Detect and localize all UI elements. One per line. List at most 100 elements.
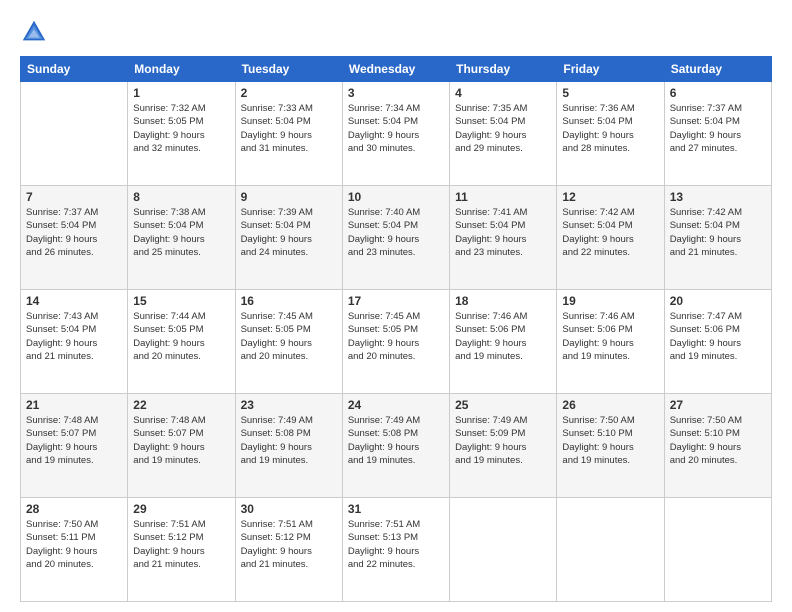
day-info: Sunrise: 7:39 AM Sunset: 5:04 PM Dayligh…: [241, 206, 337, 259]
day-info: Sunrise: 7:51 AM Sunset: 5:12 PM Dayligh…: [133, 518, 229, 571]
day-cell: 12 Sunrise: 7:42 AM Sunset: 5:04 PM Dayli…: [557, 186, 664, 290]
day-cell: 31 Sunrise: 7:51 AM Sunset: 5:13 PM Dayli…: [342, 498, 449, 602]
day-info: Sunrise: 7:43 AM Sunset: 5:04 PM Dayligh…: [26, 310, 122, 363]
day-number: 29: [133, 502, 229, 516]
day-number: 11: [455, 190, 551, 204]
logo-icon: [20, 18, 48, 46]
day-info: Sunrise: 7:47 AM Sunset: 5:06 PM Dayligh…: [670, 310, 766, 363]
day-info: Sunrise: 7:51 AM Sunset: 5:13 PM Dayligh…: [348, 518, 444, 571]
day-cell: 8Sunrise: 7:38 AM Sunset: 5:04 PM Daylig…: [128, 186, 235, 290]
day-cell: 23 Sunrise: 7:49 AM Sunset: 5:08 PM Dayli…: [235, 394, 342, 498]
day-cell: 27 Sunrise: 7:50 AM Sunset: 5:10 PM Dayli…: [664, 394, 771, 498]
day-number: 28: [26, 502, 122, 516]
day-info: Sunrise: 7:35 AM Sunset: 5:04 PM Dayligh…: [455, 102, 551, 155]
day-cell: 5 Sunrise: 7:36 AM Sunset: 5:04 PM Daylig…: [557, 82, 664, 186]
day-info: Sunrise: 7:42 AM Sunset: 5:04 PM Dayligh…: [562, 206, 658, 259]
day-info: Sunrise: 7:34 AM Sunset: 5:04 PM Dayligh…: [348, 102, 444, 155]
day-cell: 7 Sunrise: 7:37 AM Sunset: 5:04 PM Daylig…: [21, 186, 128, 290]
day-cell: 9Sunrise: 7:39 AM Sunset: 5:04 PM Daylig…: [235, 186, 342, 290]
day-number: 3: [348, 86, 444, 100]
day-info: Sunrise: 7:45 AM Sunset: 5:05 PM Dayligh…: [241, 310, 337, 363]
day-cell: 30Sunrise: 7:51 AM Sunset: 5:12 PM Dayli…: [235, 498, 342, 602]
day-number: 19: [562, 294, 658, 308]
day-number: 4: [455, 86, 551, 100]
day-info: Sunrise: 7:41 AM Sunset: 5:04 PM Dayligh…: [455, 206, 551, 259]
day-info: Sunrise: 7:50 AM Sunset: 5:10 PM Dayligh…: [670, 414, 766, 467]
day-cell: 11 Sunrise: 7:41 AM Sunset: 5:04 PM Dayli…: [450, 186, 557, 290]
day-info: Sunrise: 7:36 AM Sunset: 5:04 PM Dayligh…: [562, 102, 658, 155]
day-number: 14: [26, 294, 122, 308]
day-cell: 28Sunrise: 7:50 AM Sunset: 5:11 PM Dayli…: [21, 498, 128, 602]
day-cell: 22 Sunrise: 7:48 AM Sunset: 5:07 PM Dayli…: [128, 394, 235, 498]
day-number: 26: [562, 398, 658, 412]
day-cell: 16 Sunrise: 7:45 AM Sunset: 5:05 PM Dayli…: [235, 290, 342, 394]
day-info: Sunrise: 7:38 AM Sunset: 5:04 PM Dayligh…: [133, 206, 229, 259]
week-row-2: 14 Sunrise: 7:43 AM Sunset: 5:04 PM Dayli…: [21, 290, 772, 394]
col-header-sunday: Sunday: [21, 57, 128, 82]
day-number: 7: [26, 190, 122, 204]
day-cell: 13 Sunrise: 7:42 AM Sunset: 5:04 PM Dayli…: [664, 186, 771, 290]
day-number: 20: [670, 294, 766, 308]
day-cell: 6 Sunrise: 7:37 AM Sunset: 5:04 PM Daylig…: [664, 82, 771, 186]
day-number: 2: [241, 86, 337, 100]
week-row-4: 28Sunrise: 7:50 AM Sunset: 5:11 PM Dayli…: [21, 498, 772, 602]
day-cell: 14 Sunrise: 7:43 AM Sunset: 5:04 PM Dayli…: [21, 290, 128, 394]
day-cell: 25 Sunrise: 7:49 AM Sunset: 5:09 PM Dayli…: [450, 394, 557, 498]
day-cell: 29 Sunrise: 7:51 AM Sunset: 5:12 PM Dayli…: [128, 498, 235, 602]
day-number: 30: [241, 502, 337, 516]
day-cell: 2 Sunrise: 7:33 AM Sunset: 5:04 PM Daylig…: [235, 82, 342, 186]
day-info: Sunrise: 7:33 AM Sunset: 5:04 PM Dayligh…: [241, 102, 337, 155]
col-header-saturday: Saturday: [664, 57, 771, 82]
day-cell: 19Sunrise: 7:46 AM Sunset: 5:06 PM Dayli…: [557, 290, 664, 394]
day-info: Sunrise: 7:37 AM Sunset: 5:04 PM Dayligh…: [26, 206, 122, 259]
day-number: 25: [455, 398, 551, 412]
day-info: Sunrise: 7:49 AM Sunset: 5:09 PM Dayligh…: [455, 414, 551, 467]
day-number: 18: [455, 294, 551, 308]
day-info: Sunrise: 7:37 AM Sunset: 5:04 PM Dayligh…: [670, 102, 766, 155]
col-header-tuesday: Tuesday: [235, 57, 342, 82]
day-info: Sunrise: 7:42 AM Sunset: 5:04 PM Dayligh…: [670, 206, 766, 259]
day-info: Sunrise: 7:45 AM Sunset: 5:05 PM Dayligh…: [348, 310, 444, 363]
day-cell: 10 Sunrise: 7:40 AM Sunset: 5:04 PM Dayli…: [342, 186, 449, 290]
day-number: 5: [562, 86, 658, 100]
day-number: 16: [241, 294, 337, 308]
day-number: 23: [241, 398, 337, 412]
week-row-0: 1Sunrise: 7:32 AM Sunset: 5:05 PM Daylig…: [21, 82, 772, 186]
day-info: Sunrise: 7:44 AM Sunset: 5:05 PM Dayligh…: [133, 310, 229, 363]
day-cell: 1Sunrise: 7:32 AM Sunset: 5:05 PM Daylig…: [128, 82, 235, 186]
day-cell: 18Sunrise: 7:46 AM Sunset: 5:06 PM Dayli…: [450, 290, 557, 394]
day-number: 27: [670, 398, 766, 412]
day-number: 13: [670, 190, 766, 204]
day-number: 17: [348, 294, 444, 308]
col-header-monday: Monday: [128, 57, 235, 82]
day-info: Sunrise: 7:48 AM Sunset: 5:07 PM Dayligh…: [133, 414, 229, 467]
day-cell: 17 Sunrise: 7:45 AM Sunset: 5:05 PM Dayli…: [342, 290, 449, 394]
day-number: 15: [133, 294, 229, 308]
day-info: Sunrise: 7:49 AM Sunset: 5:08 PM Dayligh…: [348, 414, 444, 467]
day-number: 31: [348, 502, 444, 516]
week-row-1: 7 Sunrise: 7:37 AM Sunset: 5:04 PM Daylig…: [21, 186, 772, 290]
day-cell: 24 Sunrise: 7:49 AM Sunset: 5:08 PM Dayli…: [342, 394, 449, 498]
day-number: 10: [348, 190, 444, 204]
day-cell: 15 Sunrise: 7:44 AM Sunset: 5:05 PM Dayli…: [128, 290, 235, 394]
page: SundayMondayTuesdayWednesdayThursdayFrid…: [0, 0, 792, 612]
day-number: 6: [670, 86, 766, 100]
day-cell: [450, 498, 557, 602]
day-number: 22: [133, 398, 229, 412]
day-cell: 4 Sunrise: 7:35 AM Sunset: 5:04 PM Daylig…: [450, 82, 557, 186]
day-cell: 20 Sunrise: 7:47 AM Sunset: 5:06 PM Dayli…: [664, 290, 771, 394]
day-number: 12: [562, 190, 658, 204]
day-info: Sunrise: 7:49 AM Sunset: 5:08 PM Dayligh…: [241, 414, 337, 467]
logo: [20, 18, 52, 46]
day-cell: 3 Sunrise: 7:34 AM Sunset: 5:04 PM Daylig…: [342, 82, 449, 186]
day-info: Sunrise: 7:40 AM Sunset: 5:04 PM Dayligh…: [348, 206, 444, 259]
day-number: 24: [348, 398, 444, 412]
day-number: 1: [133, 86, 229, 100]
col-header-wednesday: Wednesday: [342, 57, 449, 82]
day-cell: [664, 498, 771, 602]
day-number: 21: [26, 398, 122, 412]
day-cell: [21, 82, 128, 186]
day-info: Sunrise: 7:50 AM Sunset: 5:10 PM Dayligh…: [562, 414, 658, 467]
week-row-3: 21 Sunrise: 7:48 AM Sunset: 5:07 PM Dayli…: [21, 394, 772, 498]
day-cell: 26 Sunrise: 7:50 AM Sunset: 5:10 PM Dayli…: [557, 394, 664, 498]
